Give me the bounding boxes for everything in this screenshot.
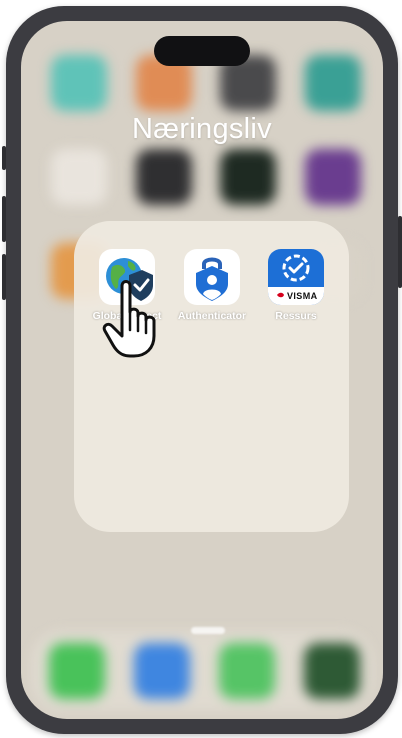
visma-wordmark: VISMA	[287, 291, 318, 301]
app-authenticator[interactable]: Authenticator	[178, 249, 246, 322]
home-screen: Næringsliv GlobalProtect	[21, 21, 383, 719]
app-ressurs[interactable]: VISMA Ressurs	[268, 249, 324, 322]
blurred-dock-icon	[49, 643, 105, 699]
blurred-app-icon	[305, 149, 361, 205]
blurred-dock-icon	[134, 643, 190, 699]
hand-pointer-icon	[100, 276, 162, 360]
blurred-app-icon	[136, 149, 192, 205]
dynamic-island	[154, 36, 250, 66]
app-label-authenticator: Authenticator	[177, 310, 247, 322]
blurred-dock-icon	[304, 643, 360, 699]
folder-title: Næringsliv	[132, 113, 272, 145]
blurred-app-icon	[51, 55, 107, 111]
power-button	[398, 216, 402, 288]
blurred-app-icon	[305, 55, 361, 111]
visma-ressurs-icon: VISMA	[268, 249, 324, 305]
action-button	[2, 146, 6, 170]
volume-down-button	[2, 254, 6, 300]
authenticator-icon	[184, 249, 240, 305]
volume-up-button	[2, 196, 6, 242]
blurred-app-icon	[51, 149, 107, 205]
app-label-ressurs: Ressurs	[275, 310, 317, 322]
phone-frame: Næringsliv GlobalProtect	[2, 6, 402, 734]
blurred-dock-icon	[219, 643, 275, 699]
blurred-app-icon	[220, 149, 276, 205]
folder-panel: GlobalProtect Authenticator	[74, 221, 349, 532]
page-indicator	[191, 627, 225, 634]
